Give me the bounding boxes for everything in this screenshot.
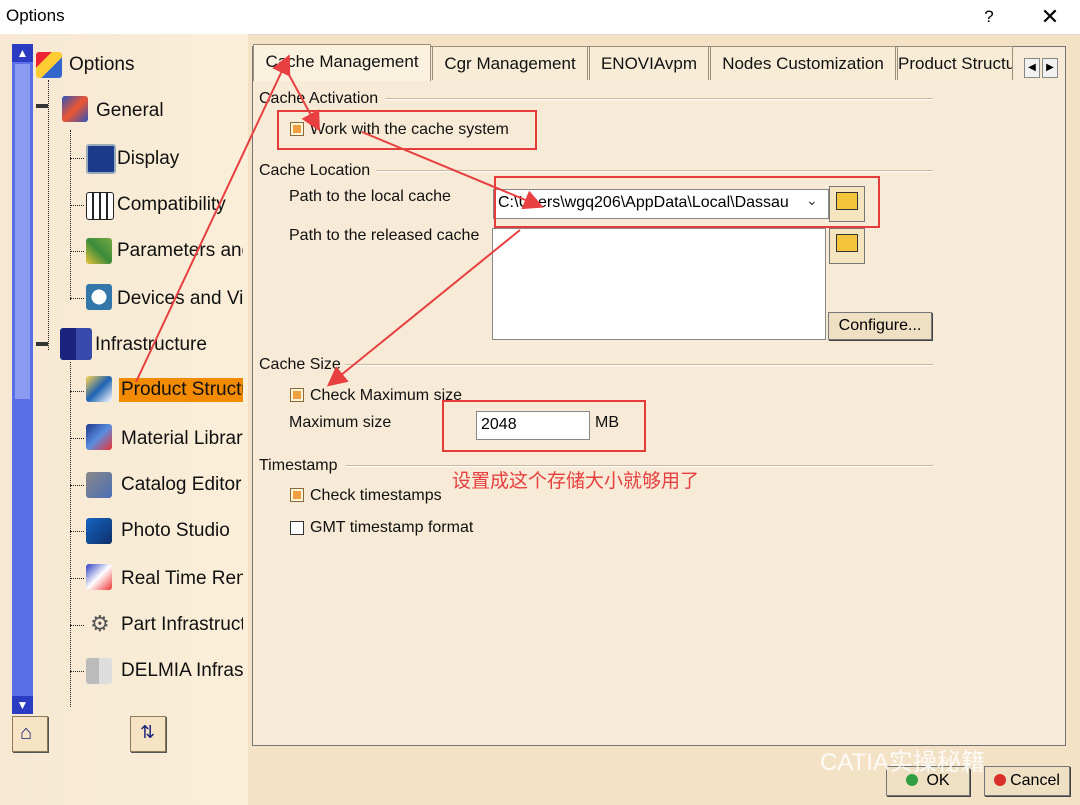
watermark: CATIA实操秘籍: [820, 749, 985, 776]
annotation-text: 设置成这个存储大小就够用了: [452, 471, 700, 492]
cancel-button[interactable]: Cancel: [984, 766, 1070, 796]
cancel-label: Cancel: [1010, 772, 1060, 789]
cancel-icon: [994, 774, 1007, 786]
annotation-arrows: [135, 54, 544, 387]
